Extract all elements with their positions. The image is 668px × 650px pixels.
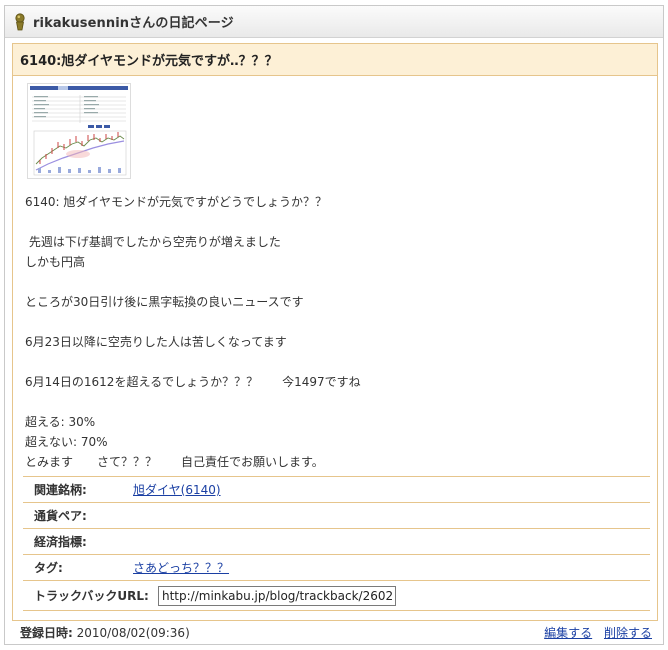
body-line: しかも円高	[25, 255, 86, 269]
diary-entry: 6140:旭ダイヤモンドが元気ですが‥？？？ 6140: 旭ダイヤモンドが元気で…	[12, 43, 658, 621]
trackback-url-field[interactable]	[158, 585, 396, 606]
user-icon	[15, 12, 25, 30]
related-stock-link[interactable]: 旭ダイヤ(6140)	[133, 483, 221, 497]
meta-row-indicator: 経済指標:	[23, 529, 650, 555]
body-line: 6月23日以降に空売りした人は苦しくなってます	[25, 335, 287, 349]
meta-row-trackback: トラックバックURL:	[23, 581, 650, 611]
tag-link[interactable]: さあどっち？？？	[133, 561, 229, 575]
page-title: rikakusenninさんの日記ページ	[33, 16, 234, 31]
body-line: 先週は下げ基調でしたから空売りが増えました	[25, 235, 281, 249]
currency-label: 通貨ペア:	[34, 509, 87, 523]
entry-footer: 登録日時: 2010/08/02(09:36) 編集する 削除する	[12, 622, 658, 642]
body-line: 超えない: 70%	[25, 435, 108, 449]
body-line: 6140: 旭ダイヤモンドが元気ですがどうでしょうか？？	[25, 195, 328, 209]
related-label: 関連銘柄:	[34, 483, 87, 497]
indicator-label: 経済指標:	[34, 535, 87, 549]
body-line: とみます さて？？？ 自己責任でお願いします。	[25, 455, 324, 469]
tag-label: タグ:	[34, 561, 63, 575]
stock-chart-image	[30, 86, 128, 176]
registered-date-label: 登録日時:	[20, 625, 73, 640]
delete-link[interactable]: 削除する	[604, 626, 652, 640]
registered-date-value: 2010/08/02(09:36)	[76, 625, 190, 640]
body-line	[25, 392, 645, 412]
meta-row-related: 関連銘柄: 旭ダイヤ(6140)	[23, 477, 650, 503]
meta-row-tag: タグ: さあどっち？？？	[23, 555, 650, 581]
body-line: 超える: 30%	[25, 415, 96, 429]
body-line: 6月14日の1612を超えるでしょうか？？？ 今1497ですね	[25, 375, 361, 389]
meta-row-currency: 通貨ペア:	[23, 503, 650, 529]
chart-thumbnail[interactable]	[27, 83, 131, 179]
trackback-label: トラックバックURL:	[34, 589, 149, 603]
body-line: ところが30日引け後に黒字転換の良いニュースです	[25, 295, 304, 309]
diary-panel: rikakusenninさんの日記ページ 6140:旭ダイヤモンドが元気ですが‥…	[4, 5, 664, 645]
entry-title: 6140:旭ダイヤモンドが元気ですが‥？？？	[13, 44, 657, 76]
body-line	[25, 272, 645, 292]
panel-header: rikakusenninさんの日記ページ	[5, 6, 663, 38]
body-line	[25, 212, 645, 232]
body-line	[25, 352, 645, 372]
entry-meta-table: 関連銘柄: 旭ダイヤ(6140) 通貨ペア: 経済指標: タグ: さあどっち？？…	[23, 476, 650, 611]
entry-body: 6140: 旭ダイヤモンドが元気ですがどうでしょうか？？ 先週は下げ基調でしたか…	[25, 192, 645, 472]
edit-link[interactable]: 編集する	[544, 626, 592, 640]
body-line	[25, 312, 645, 332]
